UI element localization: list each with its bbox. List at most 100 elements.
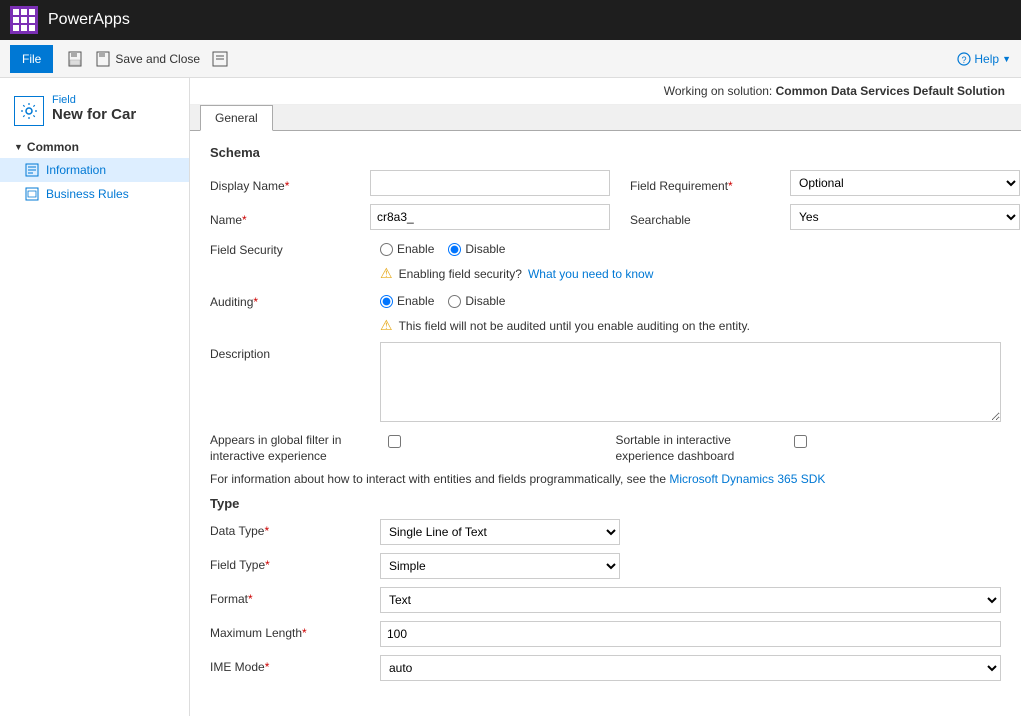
global-filter-label: Appears in global filter in interactive … — [210, 433, 380, 464]
field-requirement-col: Field Requirement* Optional Business Rec… — [630, 170, 1020, 196]
field-security-field: Enable Disable — [380, 238, 1001, 256]
ime-mode-select[interactable]: auto active inactive disabled — [380, 655, 1001, 681]
max-length-required: * — [302, 626, 307, 640]
field-requirement-select[interactable]: Optional Business Recommended Business R… — [790, 170, 1020, 196]
searchable-col: Searchable Yes No — [630, 204, 1020, 230]
entity-name: New for Car — [52, 106, 136, 123]
auditing-warning-icon: ⚠ — [380, 317, 393, 334]
settings-icon — [20, 102, 38, 120]
sortable-checkbox[interactable] — [794, 435, 807, 448]
format-label: Format* — [210, 587, 380, 606]
field-type-select[interactable]: Simple Calculated Rollup — [380, 553, 620, 579]
field-security-disable-input[interactable] — [448, 243, 461, 256]
auditing-row: Auditing* Enable Disable — [210, 290, 1001, 309]
ime-mode-required: * — [265, 660, 270, 674]
max-length-field — [380, 621, 1001, 647]
help-button[interactable]: ? Help ▼ — [957, 52, 1011, 66]
svg-text:?: ? — [962, 55, 967, 65]
data-type-label: Data Type* — [210, 519, 380, 538]
field-type-label: Field Type* — [210, 553, 380, 572]
sortable-label: Sortable in interactive experience dashb… — [616, 433, 786, 464]
toolbar: File Save and Close ? Help ▼ — [0, 40, 1021, 78]
file-button[interactable]: File — [10, 45, 53, 73]
waffle-icon — [13, 9, 35, 31]
save-close-icon — [95, 51, 111, 67]
max-length-label: Maximum Length* — [210, 621, 380, 640]
description-textarea[interactable] — [380, 342, 1001, 422]
display-name-input[interactable] — [370, 170, 610, 196]
warning-icon: ⚠ — [380, 265, 393, 282]
data-type-select[interactable]: Single Line of Text Multiple Lines of Te… — [380, 519, 620, 545]
field-security-disable-radio[interactable]: Disable — [448, 242, 505, 256]
description-label: Description — [210, 342, 380, 361]
data-type-row: Data Type* Single Line of Text Multiple … — [210, 519, 1001, 545]
auditing-disable-radio[interactable]: Disable — [448, 294, 505, 308]
field-security-row: Field Security Enable Disable — [210, 238, 1001, 257]
auditing-field: Enable Disable — [380, 290, 1001, 308]
auditing-enable-radio[interactable]: Enable — [380, 294, 434, 308]
ime-mode-label: IME Mode* — [210, 655, 380, 674]
display-name-row: Display Name* Field Requirement* Optiona… — [210, 170, 1001, 196]
field-security-enable-radio[interactable]: Enable — [380, 242, 434, 256]
app-title: PowerApps — [48, 11, 130, 29]
auditing-disable-input[interactable] — [448, 295, 461, 308]
auditing-warning: ⚠ This field will not be audited until y… — [210, 317, 1001, 334]
field-security-radio-group: Enable Disable — [380, 238, 1001, 256]
ime-mode-row: IME Mode* auto active inactive disabled — [210, 655, 1001, 681]
entity-info: Field New for Car — [52, 94, 136, 123]
left-panel: Field New for Car ▼ Common Information — [0, 78, 190, 716]
field-security-enable-input[interactable] — [380, 243, 393, 256]
tab-general[interactable]: General — [200, 105, 273, 131]
field-security-label: Field Security — [210, 238, 380, 257]
global-filter-col: Appears in global filter in interactive … — [210, 433, 596, 464]
info-link-row: For information about how to interact wi… — [210, 472, 1001, 486]
waffle-button[interactable] — [10, 6, 38, 34]
display-name-label: Display Name* — [210, 174, 370, 193]
field-type-required: * — [265, 558, 270, 572]
auditing-enable-input[interactable] — [380, 295, 393, 308]
filter-sortable-row: Appears in global filter in interactive … — [210, 433, 1001, 464]
global-filter-checkbox[interactable] — [388, 435, 401, 448]
field-security-link[interactable]: What you need to know — [528, 267, 653, 281]
help-dropdown-arrow: ▼ — [1002, 54, 1011, 64]
name-label: Name* — [210, 208, 370, 227]
field-security-warning: ⚠ Enabling field security? What you need… — [210, 265, 1001, 282]
ime-mode-field: auto active inactive disabled — [380, 655, 1001, 681]
name-input[interactable] — [370, 204, 610, 230]
sidebar-item-information[interactable]: Information — [0, 158, 189, 182]
name-row: Name* Searchable Yes No — [210, 204, 1001, 230]
extra-icon — [212, 51, 228, 67]
format-required: * — [248, 592, 253, 606]
field-label: Field — [52, 94, 136, 106]
main-layout: Field New for Car ▼ Common Information — [0, 78, 1021, 716]
top-bar: PowerApps — [0, 0, 1021, 40]
sortable-col: Sortable in interactive experience dashb… — [616, 433, 1002, 464]
nav-group-common: ▼ Common — [0, 132, 189, 158]
solution-bar: Working on solution: Common Data Service… — [190, 78, 1021, 105]
name-col: Name* — [210, 204, 610, 230]
auditing-label: Auditing* — [210, 290, 380, 309]
save-close-button[interactable]: Save and Close — [89, 48, 206, 70]
tabs-bar: General — [190, 105, 1021, 131]
field-requirement-required: * — [728, 179, 733, 193]
field-requirement-label: Field Requirement* — [630, 174, 790, 193]
sidebar-item-business-rules[interactable]: Business Rules — [0, 182, 189, 206]
extra-toolbar-button[interactable] — [206, 48, 234, 70]
field-type-field: Simple Calculated Rollup — [380, 553, 1001, 579]
display-name-required: * — [285, 179, 290, 193]
description-field — [380, 342, 1001, 425]
description-row: Description — [210, 342, 1001, 425]
entity-header: Field New for Car — [0, 88, 189, 132]
save-icon — [67, 51, 83, 67]
format-select[interactable]: Text Email URL — [380, 587, 1001, 613]
sdk-link[interactable]: Microsoft Dynamics 365 SDK — [669, 472, 825, 486]
searchable-label: Searchable — [630, 208, 790, 227]
type-section-title: Type — [210, 496, 1001, 511]
save-button[interactable] — [61, 48, 89, 70]
max-length-input[interactable] — [380, 621, 1001, 647]
business-rules-icon — [24, 186, 40, 202]
searchable-select[interactable]: Yes No — [790, 204, 1020, 230]
data-type-field: Single Line of Text Multiple Lines of Te… — [380, 519, 1001, 545]
help-circle-icon: ? — [957, 52, 971, 66]
information-icon — [24, 162, 40, 178]
